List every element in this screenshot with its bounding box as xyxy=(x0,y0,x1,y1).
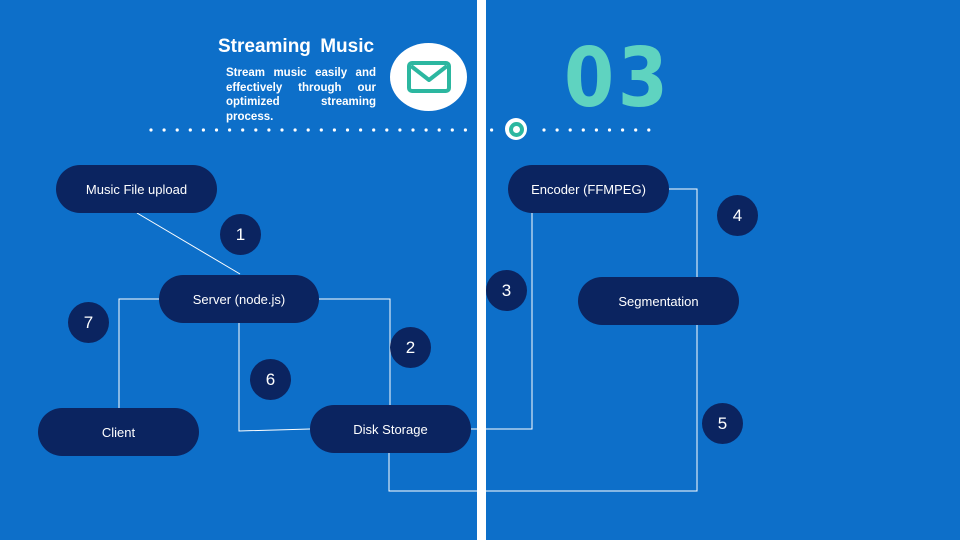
section-number: 03 xyxy=(564,31,672,126)
timeline-dot xyxy=(634,128,638,132)
slide-subtitle: Stream music easily and effectively thro… xyxy=(226,67,376,123)
timeline-dot xyxy=(581,128,585,132)
timeline-dot xyxy=(267,128,271,132)
timeline-dot xyxy=(647,128,651,132)
connector-server-disk xyxy=(318,298,391,405)
step-badge-1: 1 xyxy=(220,214,261,255)
step-badge-4: 4 xyxy=(717,195,758,236)
timeline-dot xyxy=(621,128,625,132)
step-badge-5: 5 xyxy=(702,403,743,444)
node-client: Client xyxy=(38,408,199,456)
timeline-dot xyxy=(241,128,245,132)
timeline-dot xyxy=(411,128,415,132)
node-segmentation: Segmentation xyxy=(578,277,739,325)
connector-server-client xyxy=(118,298,160,408)
timeline-dot xyxy=(463,128,467,132)
timeline-dot xyxy=(293,128,297,132)
node-encoder: Encoder (FFMPEG) xyxy=(508,165,669,213)
timeline-dot xyxy=(359,128,363,132)
timeline-dot xyxy=(306,128,310,132)
node-disk-storage: Disk Storage xyxy=(310,405,471,453)
node-music-file-upload: Music File upload xyxy=(56,165,217,213)
node-server: Server (node.js) xyxy=(159,275,319,323)
timeline-dot xyxy=(280,128,284,132)
timeline-dot xyxy=(398,128,402,132)
mail-icon xyxy=(390,43,467,111)
slide-title: Streaming Music xyxy=(218,36,375,57)
timeline-dot xyxy=(214,128,219,132)
timeline-dot xyxy=(594,128,599,132)
timeline-dot xyxy=(254,128,258,132)
timeline-dot xyxy=(175,128,179,132)
timeline-dot xyxy=(607,128,612,132)
timeline-dot xyxy=(385,128,389,132)
timeline-marker xyxy=(505,118,527,140)
timeline-dot xyxy=(542,128,546,132)
timeline-dot xyxy=(437,128,441,132)
timeline-dot xyxy=(332,128,336,132)
timeline-dot xyxy=(372,128,376,132)
timeline-dot xyxy=(345,128,350,132)
timeline-dot xyxy=(201,128,205,132)
dotted-timeline xyxy=(149,128,651,132)
step-badge-7: 7 xyxy=(68,302,109,343)
step-badge-2: 2 xyxy=(390,327,431,368)
connector-encoder-segmentation xyxy=(668,188,698,277)
timeline-dot xyxy=(555,128,559,132)
timeline-dot xyxy=(188,128,192,132)
vertical-divider xyxy=(477,0,486,540)
timeline-dot xyxy=(424,128,428,132)
step-badge-3: 3 xyxy=(486,270,527,311)
step-badge-6: 6 xyxy=(250,359,291,400)
timeline-dot xyxy=(162,128,166,132)
timeline-dot xyxy=(149,128,153,132)
timeline-dot xyxy=(490,128,494,132)
timeline-dot xyxy=(319,128,323,132)
timeline-dot xyxy=(228,128,232,132)
timeline-dot xyxy=(450,128,454,132)
timeline-dot xyxy=(568,128,572,132)
